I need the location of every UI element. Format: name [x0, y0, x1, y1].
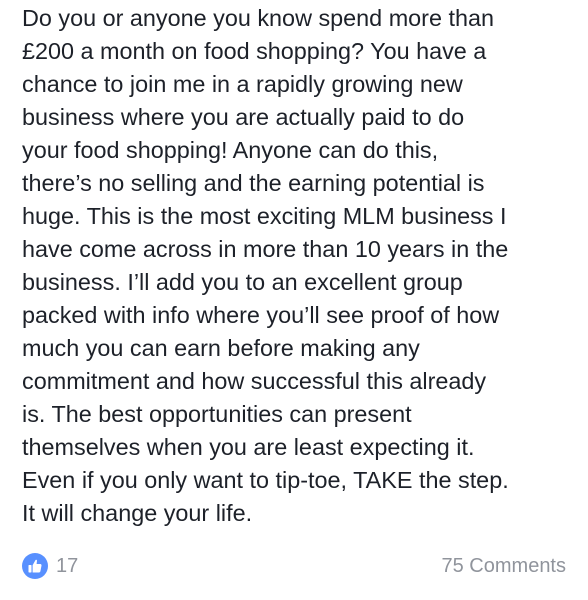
post-text-line: business. I’ll add you to an excellent g…: [22, 269, 463, 295]
post-text-line: your food shopping! Anyone can do this,: [22, 137, 439, 163]
post-footer: 17 75 Comments: [0, 548, 588, 584]
post-body-text: Do you or anyone you know spend more tha…: [22, 2, 578, 530]
like-count: 17: [56, 555, 79, 577]
post-text-line: have come across in more than 10 years i…: [22, 236, 509, 262]
post-text-line: £200 a month on food shopping? You have …: [22, 38, 487, 64]
post-text-line: much you can earn before making any: [22, 335, 420, 361]
post-text-line: chance to join me in a rapidly growing n…: [22, 71, 463, 97]
post-text-line: is. The best opportunities can present: [22, 401, 412, 427]
post-text-line: themselves when you are least expecting …: [22, 434, 475, 460]
post-text-line: there’s no selling and the earning poten…: [22, 170, 485, 196]
comments-link[interactable]: 75 Comments: [442, 553, 567, 579]
post-text-line: Even if you only want to tip-toe, TAKE t…: [22, 467, 509, 493]
like-summary[interactable]: 17: [22, 553, 78, 579]
post-text-line: It will change your life.: [22, 500, 253, 526]
post-text-line: huge. This is the most exciting MLM busi…: [22, 203, 507, 229]
post-text-line: commitment and how successful this alrea…: [22, 368, 487, 394]
post-text-line: business where you are actually paid to …: [22, 104, 465, 130]
thumbs-up-icon: [22, 553, 48, 579]
post-text-line: packed with info where you’ll see proof …: [22, 302, 500, 328]
post-card: Do you or anyone you know spend more tha…: [0, 0, 588, 600]
post-text-line: Do you or anyone you know spend more tha…: [22, 5, 495, 31]
